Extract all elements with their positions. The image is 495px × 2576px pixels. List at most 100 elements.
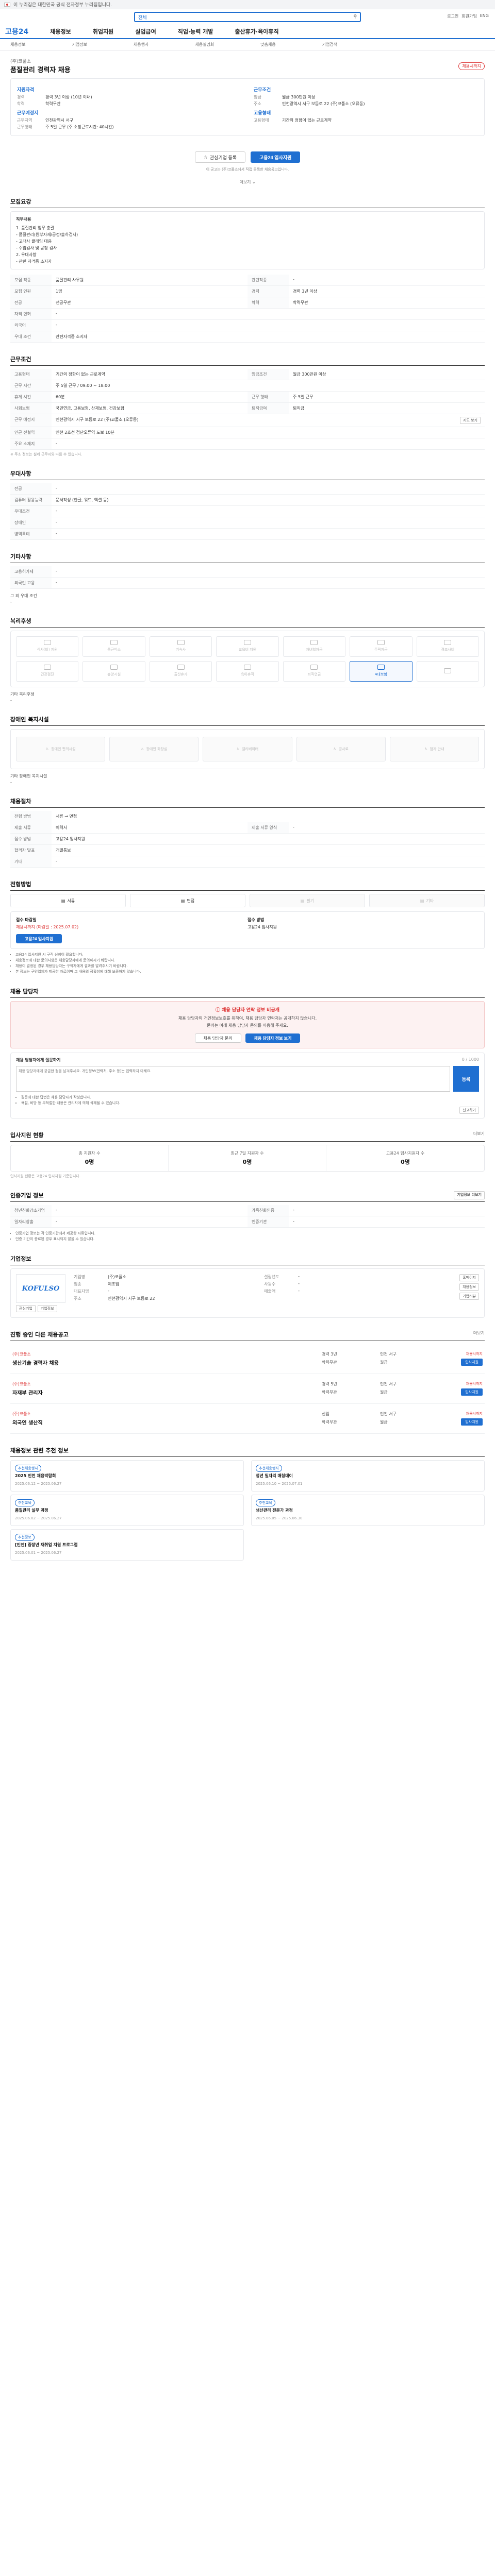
list-item[interactable]: (주)코풀소 외국인 생산직 신입 인천 서구 학력무관 월급 채용시까지 입사지원 [10, 1404, 485, 1434]
homepage-button[interactable]: 홈페이지 [459, 1274, 479, 1281]
welfare-item: 경조사비 [416, 636, 479, 657]
status-more-link[interactable]: 더보기 [473, 1131, 485, 1139]
job-apply-button[interactable]: 입사지원 [461, 1418, 483, 1426]
company-interest-button[interactable]: 관심기업 [16, 1305, 36, 1312]
recommend-date: 2025.06.10 ~ 2025.07.01 [256, 1482, 303, 1486]
recommend-title[interactable]: 2025 인천 채용박람회 [15, 1473, 239, 1479]
recommend-title[interactable]: 품질관리 실무 과정 [15, 1507, 239, 1514]
gnb-item-jobs[interactable]: 채용정보 [50, 27, 71, 36]
stat-week: 최근 7일 지원자 수 0명 [169, 1145, 326, 1171]
list-item[interactable]: (주)코풀소 생산기술 경력자 채용 경력 3년 인천 서구 학력무관 월급 채용시까지 입사… [10, 1344, 485, 1374]
table-row: 컴퓨터 활용능력 문서작성 (한글, 워드, 엑셀 등) [10, 495, 485, 506]
recommend-card[interactable]: 추천채용행사 청년 일자리 매칭데이 2025.06.10 ~ 2025.07.01 [251, 1460, 485, 1492]
duty-line: - 관련 자격증 소지자 [16, 259, 52, 264]
apply-button[interactable]: 고용24 입사지원 [251, 151, 301, 163]
lang-link[interactable]: ENG [480, 13, 489, 19]
subnav-item[interactable]: 기업정보 [72, 42, 87, 47]
inquiry-notes: 질문에 대한 답변은 채용 담당자가 작성합니다. 욕설, 비방 등 부적절한 … [16, 1095, 479, 1106]
star-icon: ☆ [203, 154, 208, 160]
welfare-item: 자녀학자금 [283, 636, 346, 657]
table-row: 병역특례 - [10, 529, 485, 540]
inquiry-submit-button[interactable]: 등록 [453, 1066, 479, 1092]
welfare-icon [243, 640, 251, 645]
inquiry-textarea[interactable] [16, 1066, 450, 1092]
main-content: (주)코풀소 품질관리 경력자 채용 채용시까지 지원자격 경력 경력 3년 이상… [10, 58, 485, 1591]
company-info-button[interactable]: 기업정보 [37, 1305, 57, 1312]
summary-row: 고용형태 기간의 정함이 없는 근로계약 [254, 118, 332, 123]
preference-section: 우대사항 전공 - 컴퓨터 활용능력 문서작성 (한글, 워드, 엑셀 등) 우대조… [10, 469, 485, 540]
table-row: 우대조건 - [10, 506, 485, 517]
wheelchair-icon: ♿ [141, 747, 144, 751]
manager-info-button[interactable]: 채용 담당자 정보 보기 [245, 1033, 301, 1043]
site-logo[interactable]: 고용24 [5, 26, 28, 37]
job-apply-button[interactable]: 입사지원 [461, 1388, 483, 1396]
apply-button-2[interactable]: 고용24 입사지원 [16, 934, 62, 943]
list-item: 고용24 입사지원 시 구직 신청이 필요합니다. [15, 952, 485, 958]
job-summary: 지원자격 경력 경력 3년 이상 (10년 이내) 학력 학력무관 근무예정지 근무… [10, 78, 485, 136]
gnb-item-training[interactable]: 직업·능력 개발 [178, 27, 213, 36]
job-title-link[interactable]: 외국인 생산직 [12, 1418, 316, 1426]
recommend-title[interactable]: [인천] 중장년 재취업 지원 프로그램 [15, 1542, 239, 1548]
table-row: 휴게 시간 60분 근무 형태 주 5일 근무 [10, 392, 485, 403]
job-apply-button[interactable]: 입사지원 [461, 1359, 483, 1366]
method-item: ▤ 필기 [250, 894, 365, 907]
list-item[interactable]: (주)코풀소 자재부 관리자 경력 5년 인천 서구 학력무관 월급 채용시까지 입사지원 [10, 1374, 485, 1404]
recommend-tag: 추천채용행사 [15, 1465, 41, 1472]
search-icon[interactable]: ⚲ [353, 14, 357, 20]
recommend-card[interactable]: 추천교육 생산관리 전문가 과정 2025.06.05 ~ 2025.06.30 [251, 1495, 485, 1526]
welfare-icon [43, 665, 51, 670]
other-jobs-more-link[interactable]: 더보기 [473, 1330, 485, 1338]
company-review-button[interactable]: 기업리뷰 [459, 1293, 479, 1300]
recommend-card[interactable]: 추천교육 품질관리 실무 과정 2025.06.02 ~ 2025.06.27 [10, 1495, 244, 1526]
welfare-box: 식사(비) 지원 통근버스 기숙사 교육비 지원 자녀학자금 주택자금 경조사비 건강검진 휴양… [10, 631, 485, 687]
welfare-item: 출산휴가 [149, 661, 212, 682]
company-name[interactable]: (주)코풀소 [10, 58, 71, 64]
welfare-icon [377, 665, 385, 670]
subnav-item[interactable]: 맞춤채용 [260, 42, 275, 47]
gnb-item-leave[interactable]: 출산휴가·육아휴직 [235, 27, 278, 36]
gnb-item-unemployment[interactable]: 실업급여 [135, 27, 156, 36]
search-category-select[interactable]: 전체 [138, 14, 147, 21]
more-link[interactable]: 더보기 ⌄ [10, 179, 485, 185]
subnav-item[interactable]: 기업검색 [322, 42, 337, 47]
job-company[interactable]: (주)코풀소 [12, 1411, 316, 1417]
recruit-table: 모집 직종 품질관리 사무원 관련직종 - 모집 인원 1명 경력 경력 3년 이상 전공 전… [10, 275, 485, 343]
gnb-item-employment-support[interactable]: 취업지원 [93, 27, 113, 36]
recommend-card[interactable]: 추천정보 [인천] 중장년 재취업 지원 프로그램 2025.06.01 ~ 202… [10, 1529, 244, 1561]
welfare-icon [43, 640, 51, 645]
job-title-link[interactable]: 생산기술 경력자 채용 [12, 1359, 316, 1366]
gov-banner-text: 이 누리집은 대한민국 공식 전자정부 누리집입니다. [13, 3, 112, 8]
duty-line: 2. 우대사항 [16, 252, 37, 257]
subnav-item[interactable]: 채용행사 [134, 42, 148, 47]
interest-company-button[interactable]: ☆ 관심기업 등록 [194, 151, 246, 163]
welfare-icon [177, 665, 185, 670]
report-button[interactable]: 신고하기 [459, 1107, 479, 1114]
table-row: 모집 직종 품질관리 사무원 관련직종 - [10, 275, 485, 286]
job-title-link[interactable]: 자재부 관리자 [12, 1388, 316, 1396]
section-title: 우대사항 [10, 469, 485, 480]
recommend-card[interactable]: 추천채용행사 2025 인천 채용박람회 2025.06.12 ~ 2025.06.… [10, 1460, 244, 1492]
subnav-item[interactable]: 채용정보 [10, 42, 25, 47]
recommend-title[interactable]: 청년 일자리 매칭데이 [256, 1473, 480, 1479]
list-item: 채용정보에 대한 문의사항은 채용담당자에게 문의하시기 바랍니다. [15, 958, 485, 963]
manager-inquiry-button[interactable]: 채용 담당자 문의 [194, 1033, 241, 1043]
search-input[interactable] [150, 14, 351, 20]
signup-link[interactable]: 회원가입 [461, 13, 476, 19]
company-more-button[interactable]: 기업정보 더보기 [454, 1191, 485, 1199]
section-title: 모집요강 [10, 197, 485, 208]
job-company[interactable]: (주)코풀소 [12, 1351, 316, 1357]
company-jobs-button[interactable]: 채용정보 [459, 1283, 479, 1291]
user-links: 로그인 회원가입 ENG [447, 13, 489, 19]
map-view-button[interactable]: 지도 보기 [460, 417, 481, 424]
method-item: ▤ 면접 [130, 894, 245, 907]
recommend-date: 2025.06.05 ~ 2025.06.30 [256, 1516, 303, 1520]
recommend-title[interactable]: 생산관리 전문가 과정 [256, 1507, 480, 1514]
subnav-item[interactable]: 채용설명회 [195, 42, 214, 47]
table-row: 인근 전철역 인천 2호선 검단오류역 도보 10분 [10, 427, 485, 438]
document-icon: ▤ [180, 898, 185, 903]
login-link[interactable]: 로그인 [447, 13, 458, 19]
document-icon: ▤ [420, 898, 424, 903]
disabled-other-label: 기타 장애인 복지시설 [10, 774, 47, 778]
job-company[interactable]: (주)코풀소 [12, 1381, 316, 1387]
company-info: 기업명 (주)코풀소 설립년도 - 업종 제조업 사원수 - 대표자명 - 매출액 - 주소 인천광… [74, 1274, 300, 1301]
